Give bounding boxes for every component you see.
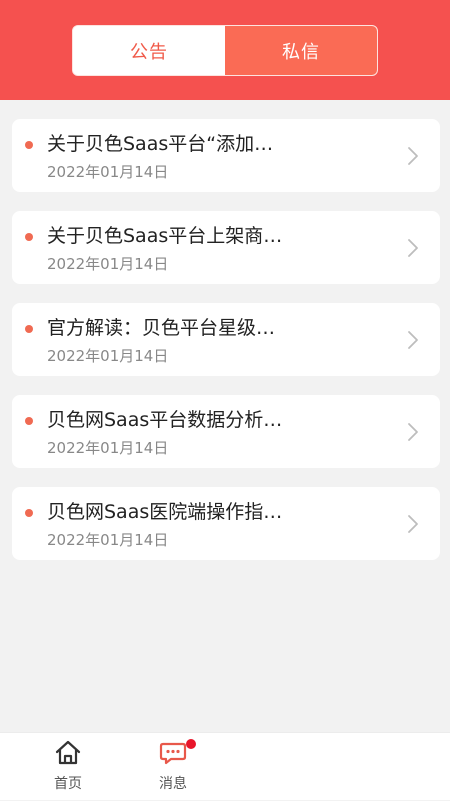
item-title: 关于贝色Saas平台“添加… (47, 133, 274, 155)
home-icon (55, 740, 81, 765)
list-item[interactable]: 关于贝色Saas平台“添加… 2022年01月14日 (12, 119, 440, 192)
chevron-right-icon (408, 515, 418, 533)
announcement-list: 关于贝色Saas平台“添加… 2022年01月14日 关于贝色Saas平台上架商… (12, 119, 440, 579)
tab-private-messages[interactable]: 私信 (225, 26, 377, 75)
item-date: 2022年01月14日 (47, 439, 169, 457)
tab-messages[interactable]: 消息 (133, 733, 213, 801)
tab-home-label: 首页 (54, 776, 82, 792)
item-title: 贝色网Saas平台数据分析… (47, 409, 283, 431)
item-date: 2022年01月14日 (47, 163, 169, 181)
list-item[interactable]: 关于贝色Saas平台上架商… 2022年01月14日 (12, 211, 440, 284)
header-bar: 公告 私信 (0, 0, 450, 100)
segment-control: 公告 私信 (72, 25, 378, 76)
bottom-tab-bar: 首页 消息 (0, 732, 450, 800)
unread-dot (25, 325, 33, 333)
unread-dot (25, 417, 33, 425)
item-title: 关于贝色Saas平台上架商… (47, 225, 283, 247)
item-title: 贝色网Saas医院端操作指… (47, 501, 283, 523)
item-date: 2022年01月14日 (47, 255, 169, 273)
unread-dot (25, 141, 33, 149)
item-date: 2022年01月14日 (47, 531, 169, 549)
chevron-right-icon (408, 147, 418, 165)
unread-dot (25, 233, 33, 241)
list-item[interactable]: 官方解读：贝色平台星级… 2022年01月14日 (12, 303, 440, 376)
item-title: 官方解读：贝色平台星级… (47, 317, 276, 339)
chevron-right-icon (408, 239, 418, 257)
unread-dot (25, 509, 33, 517)
list-item[interactable]: 贝色网Saas平台数据分析… 2022年01月14日 (12, 395, 440, 468)
item-date: 2022年01月14日 (47, 347, 169, 365)
tab-home[interactable]: 首页 (28, 733, 108, 801)
chevron-right-icon (408, 423, 418, 441)
chat-bubble-icon (159, 742, 187, 765)
list-item[interactable]: 贝色网Saas医院端操作指… 2022年01月14日 (12, 487, 440, 560)
notification-badge (186, 739, 196, 749)
chevron-right-icon (408, 331, 418, 349)
tab-announcements[interactable]: 公告 (73, 26, 225, 75)
tab-messages-label: 消息 (159, 776, 187, 792)
